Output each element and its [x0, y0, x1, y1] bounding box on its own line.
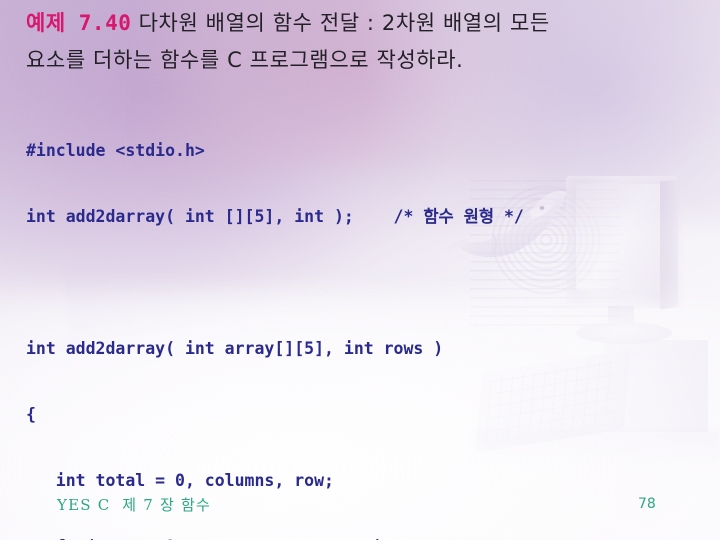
code-line: int add2darray( int array[][5], int rows…	[26, 339, 444, 358]
title-line-1-text: 다차원 배열의 함수 전달 : 2차원 배열의 모든	[131, 11, 550, 35]
title-line-2: 요소를 더하는 함수를 C 프로그램으로 작성하라.	[26, 43, 692, 80]
footer-label: YES C 제 7 장 함수	[57, 496, 211, 514]
example-number-label: 예제 7.40	[26, 11, 132, 35]
page-number: 78	[638, 496, 656, 512]
code-line: int add2darray( int [][5], int ); /* 함수 …	[26, 207, 524, 226]
title-line-1: 예제 7.40 다차원 배열의 함수 전달 : 2차원 배열의 모든	[26, 6, 692, 43]
title-line-2-text: 요소를 더하는 함수를 C 프로그램으로 작성하라.	[26, 48, 464, 72]
code-line: for( row = 0; row < rows; row++ )	[26, 536, 692, 540]
code-line: int total = 0, columns, row;	[26, 471, 334, 490]
page-title: 예제 7.40 다차원 배열의 함수 전달 : 2차원 배열의 모든 요소를 더…	[26, 6, 692, 80]
presentation-slide: 예제 7.40 다차원 배열의 함수 전달 : 2차원 배열의 모든 요소를 더…	[0, 0, 720, 540]
code-line: {	[26, 405, 36, 424]
code-line: #include <stdio.h>	[26, 141, 205, 160]
code-listing: #include <stdio.h> int add2darray( int […	[26, 96, 692, 540]
